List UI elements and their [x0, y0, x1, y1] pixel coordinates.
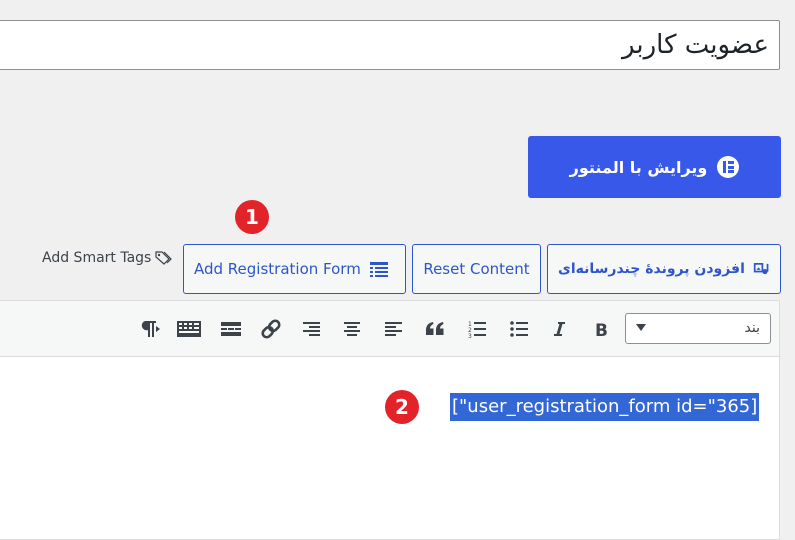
link-icon: [261, 319, 281, 339]
tag-icon: [155, 251, 173, 265]
align-right-button[interactable]: [297, 315, 325, 343]
italic-button[interactable]: [545, 315, 573, 343]
numbered-list-button[interactable]: 1 2 3: [463, 315, 491, 343]
align-center-button[interactable]: [338, 315, 366, 343]
annotation-badge-1: 1: [235, 200, 269, 234]
add-registration-form-button[interactable]: Add Registration Form: [183, 244, 406, 294]
format-select-value: بند: [744, 320, 760, 336]
bulleted-list-button[interactable]: [505, 315, 533, 343]
numbered-list-icon: 1 2 3: [468, 321, 486, 339]
add-smart-tags-link[interactable]: Add Smart Tags: [42, 250, 174, 266]
add-registration-form-label: Add Registration Form: [194, 260, 361, 278]
bold-button[interactable]: B: [587, 315, 615, 343]
toolbar-toggle-button[interactable]: [173, 315, 205, 343]
italic-icon: [554, 322, 565, 336]
registration-form-shortcode[interactable]: ["user_registration_form id="365]: [450, 393, 760, 421]
align-left-icon: [385, 322, 402, 336]
smart-tags-label: Add Smart Tags: [42, 250, 152, 266]
bulleted-list-icon: [510, 321, 528, 337]
post-title-input[interactable]: عضویت کاربر: [0, 20, 780, 70]
paragraph-direction-button[interactable]: [134, 315, 162, 343]
editor-content-area[interactable]: [0, 356, 780, 529]
reset-content-button[interactable]: Reset Content: [412, 244, 541, 294]
svg-text:B: B: [595, 321, 608, 338]
keyboard-icon: [177, 321, 201, 337]
add-media-button[interactable]: افزودن پروندهٔ چندرسانه‌ای: [547, 244, 781, 294]
edit-with-elementor-button[interactable]: ویرایش با المنتور: [528, 136, 781, 198]
form-list-icon: [369, 262, 388, 277]
svg-text:3: 3: [468, 333, 472, 339]
reset-content-label: Reset Content: [423, 260, 530, 278]
editor-toolbar: 1 2 3 B بند: [0, 301, 779, 357]
elementor-icon: [717, 156, 740, 178]
insert-link-button[interactable]: [257, 315, 285, 343]
paragraph-rtl-icon: [141, 321, 160, 337]
align-left-button[interactable]: [380, 315, 408, 343]
quote-icon: [426, 322, 444, 335]
format-select[interactable]: بند: [625, 313, 771, 344]
media-icon: [753, 263, 769, 275]
align-right-icon: [303, 322, 320, 336]
blockquote-button[interactable]: [421, 315, 449, 343]
chevron-down-icon: [636, 324, 646, 331]
bold-icon: B: [595, 321, 608, 338]
add-media-label: افزودن پروندهٔ چندرسانه‌ای: [558, 261, 745, 277]
read-more-button[interactable]: [217, 315, 245, 343]
align-center-icon: [344, 322, 360, 336]
annotation-badge-2: 2: [385, 390, 419, 424]
edit-with-elementor-label: ویرایش با المنتور: [569, 157, 708, 177]
read-more-icon: [221, 322, 241, 336]
